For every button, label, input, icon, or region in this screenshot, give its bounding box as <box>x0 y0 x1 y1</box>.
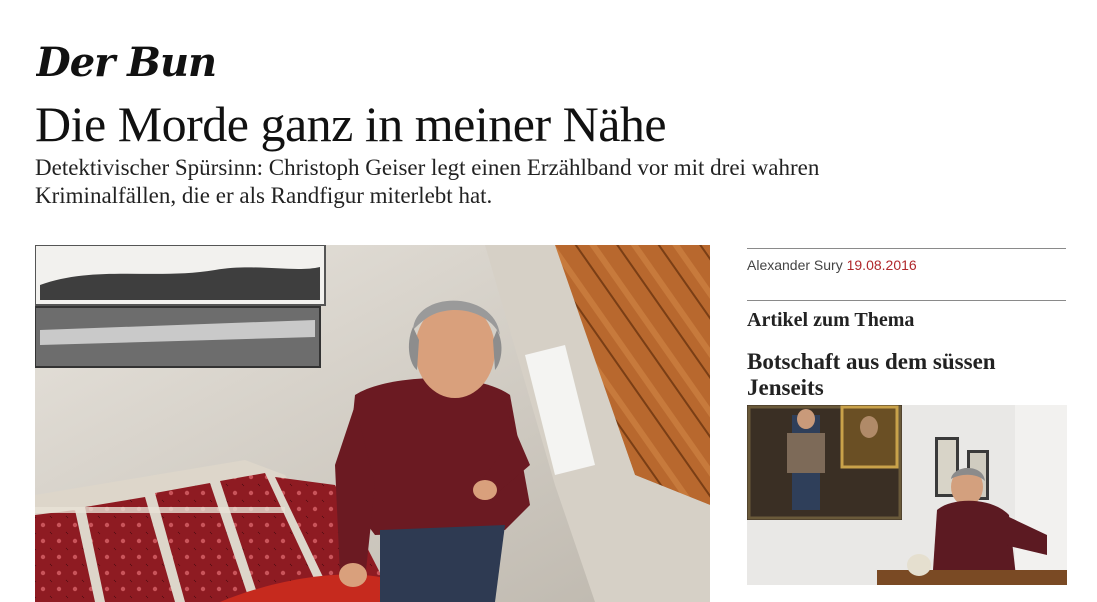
der-bund-logo[interactable]: Der Bund <box>36 40 216 84</box>
related-article-title[interactable]: Botschaft aus dem süssen Jenseits <box>747 349 1067 401</box>
svg-text:Der Bund: Der Bund <box>36 40 216 84</box>
sidebar-divider <box>747 300 1066 301</box>
related-articles-heading: Artikel zum Thema <box>747 309 915 331</box>
author-name[interactable]: Alexander Sury <box>747 257 843 273</box>
related-article-photo[interactable] <box>747 405 1067 585</box>
publish-date: 19.08.2016 <box>846 257 917 273</box>
article-headline: Die Morde ganz in meiner Nähe <box>35 96 667 152</box>
article-main-photo <box>35 245 710 602</box>
article-byline: Alexander Sury 19.08.2016 <box>747 256 917 274</box>
article-lead: Detektivischer Spürsinn: Christoph Geise… <box>35 155 820 208</box>
sidebar-top-rule <box>747 248 1066 249</box>
